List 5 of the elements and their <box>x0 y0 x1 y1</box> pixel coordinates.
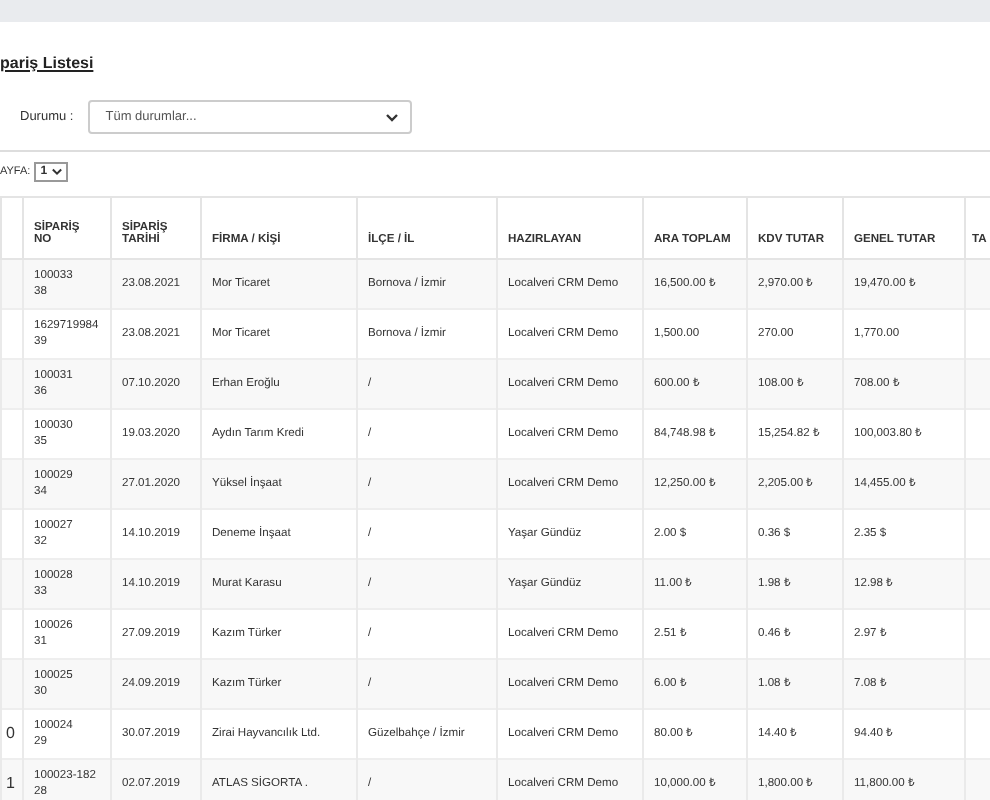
table-cell: 1 <box>6 774 15 793</box>
table-cell: 0 <box>6 724 15 743</box>
chevron-icon <box>51 168 62 176</box>
page-title: pariş Listesi <box>0 54 94 72</box>
chevron-icon <box>385 113 398 121</box>
